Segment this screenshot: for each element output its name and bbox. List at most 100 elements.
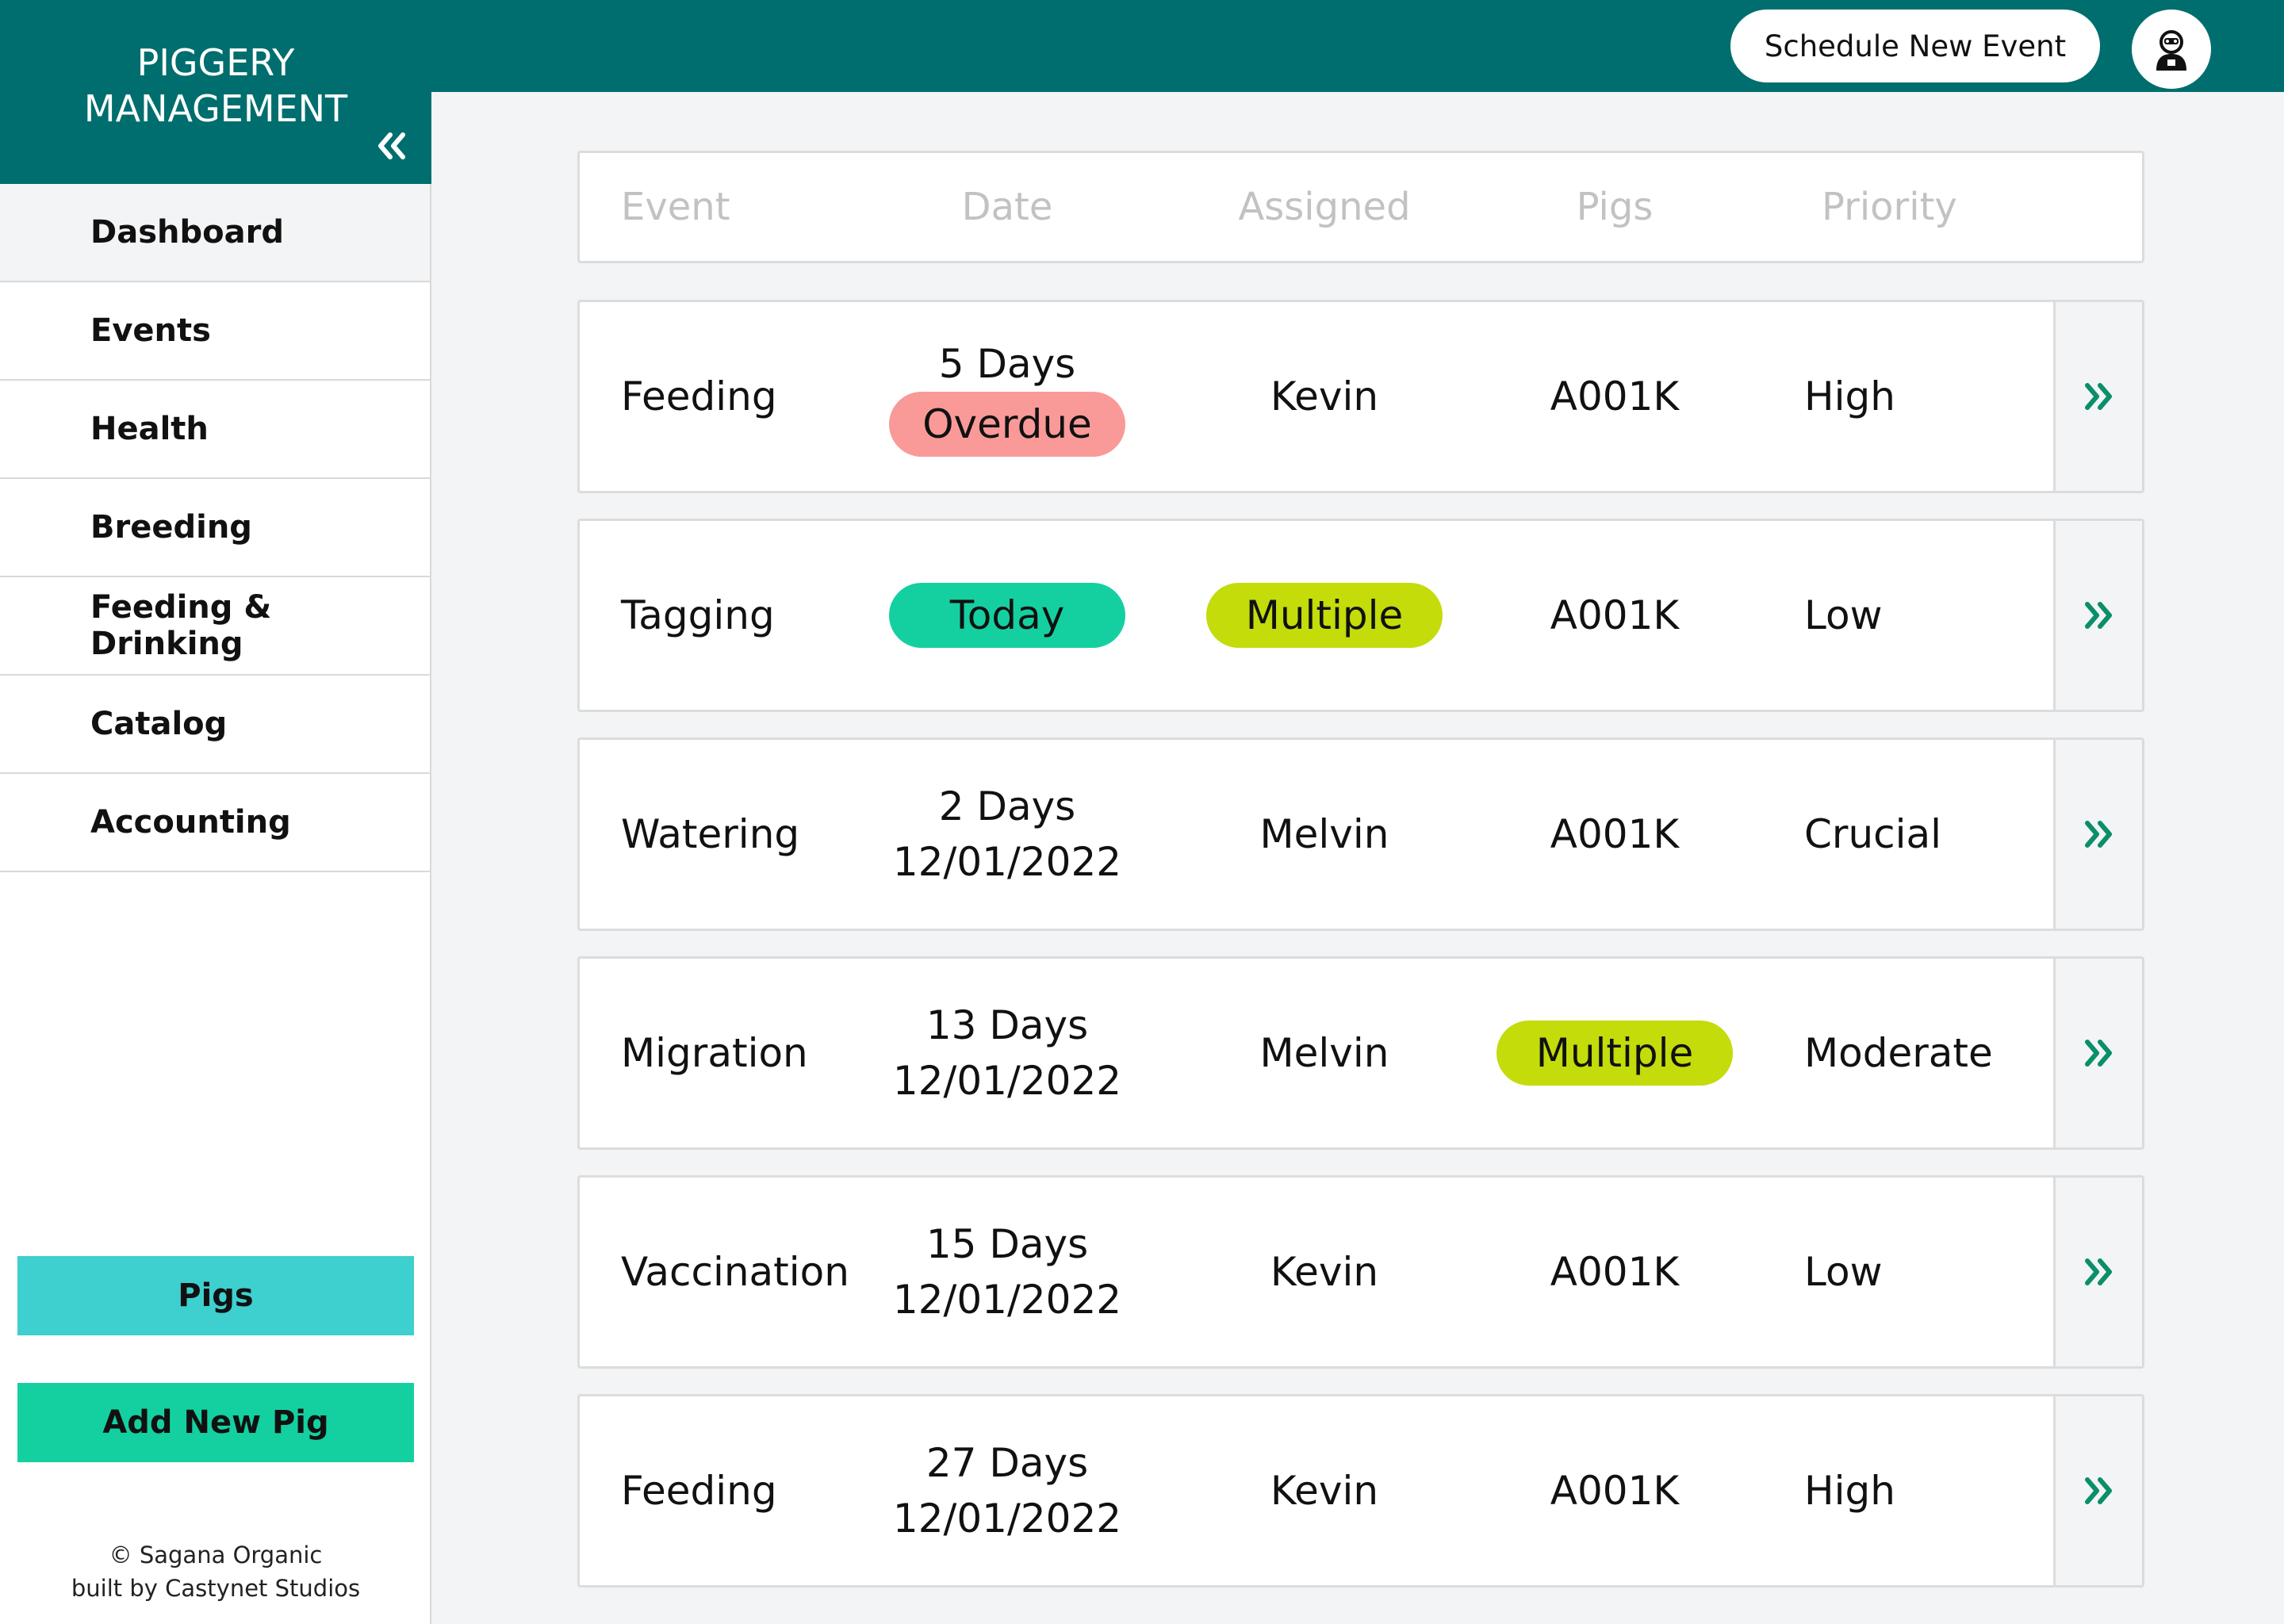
event-name: Feeding — [621, 373, 777, 419]
app-title: PIGGERY MANAGEMENT — [0, 40, 431, 132]
double-chevron-right-icon — [2084, 1040, 2112, 1067]
cell-text: Kevin — [1270, 373, 1379, 419]
column-header-event: Event — [621, 185, 730, 229]
cell-text: A001K — [1550, 1249, 1680, 1295]
cell-pigs: A001K — [1496, 521, 1733, 710]
row-open-button[interactable] — [2053, 740, 2142, 929]
cell-text: 12/01/2022 — [892, 1058, 1122, 1104]
date-relative: 2 Days — [938, 783, 1076, 829]
cell-priority: Crucial — [1804, 740, 1941, 929]
table-row[interactable]: Tagging Today Multiple A001K Low — [577, 519, 2144, 712]
priority-text: Crucial — [1804, 811, 1942, 857]
cell-pigs: A001K — [1496, 740, 1733, 929]
event-name: Tagging — [621, 592, 775, 638]
cell-text: A001K — [1550, 373, 1680, 419]
cell-date: 5 Days Overdue — [889, 302, 1125, 491]
sidebar-item-events[interactable]: Events — [0, 282, 430, 381]
cell-priority: High — [1804, 1396, 1895, 1585]
cell-text: Melvin — [1259, 811, 1389, 857]
priority-text: High — [1804, 373, 1895, 419]
table-row[interactable]: Feeding 27 Days 12/01/2022 Kevin A001K High — [577, 1394, 2144, 1588]
priority-text: High — [1804, 1468, 1895, 1514]
cell-date: 13 Days 12/01/2022 — [889, 959, 1125, 1147]
table-row[interactable]: Feeding 5 Days Overdue Kevin A001K High — [577, 300, 2144, 493]
date-relative: 15 Days — [925, 1221, 1089, 1267]
sidebar-item-catalog[interactable]: Catalog — [0, 676, 430, 774]
double-chevron-right-icon — [2084, 1477, 2112, 1504]
cell-text: A001K — [1550, 592, 1680, 638]
sidebar-item-accounting[interactable]: Accounting — [0, 774, 430, 872]
sidebar-item-breeding[interactable]: Breeding — [0, 479, 430, 577]
event-name: Feeding — [621, 1468, 777, 1514]
cell-pigs: A001K — [1496, 302, 1733, 491]
sidebar: Dashboard Events Health Breeding Feeding… — [0, 184, 431, 1624]
date-relative: 27 Days — [925, 1440, 1089, 1486]
date-relative: 13 Days — [925, 1002, 1089, 1048]
priority-text: Moderate — [1804, 1030, 1993, 1076]
table-row[interactable]: Migration 13 Days 12/01/2022 Melvin Multiple… — [577, 956, 2144, 1150]
schedule-new-event-button[interactable]: Schedule New Event — [1730, 10, 2100, 82]
cell-event: Feeding — [621, 1396, 777, 1585]
sidebar-footer: © Sagana Organic built by Castynet Studi… — [0, 1538, 431, 1605]
cell-text: Kevin — [1270, 1249, 1379, 1295]
multiple-badge: Multiple — [1206, 583, 1443, 648]
column-header-date: Date — [961, 185, 1053, 229]
cell-text: A001K — [1550, 811, 1680, 857]
cell-text: Kevin — [1270, 1468, 1379, 1514]
cell-priority: Moderate — [1804, 959, 1993, 1147]
cell-date: 27 Days 12/01/2022 — [889, 1396, 1125, 1585]
cell-pigs: A001K — [1496, 1396, 1733, 1585]
cell-assigned: Multiple — [1206, 521, 1443, 710]
cell-date: Today — [889, 521, 1125, 710]
footer-copyright: © Sagana Organic — [109, 1542, 323, 1568]
cell-event: Feeding — [621, 302, 777, 491]
cell-priority: High — [1804, 302, 1895, 491]
today-badge: Today — [889, 583, 1125, 648]
cell-event: Vaccination — [621, 1178, 849, 1366]
row-open-button[interactable] — [2053, 1178, 2142, 1366]
double-chevron-right-icon — [2084, 383, 2112, 410]
event-name: Vaccination — [621, 1249, 849, 1295]
user-avatar-icon — [2156, 30, 2186, 71]
table-row[interactable]: Watering 2 Days 12/01/2022 Melvin A001K Cruci… — [577, 737, 2144, 931]
cell-assigned: Kevin — [1206, 302, 1443, 491]
brand-panel: PIGGERY MANAGEMENT — [0, 0, 431, 184]
event-name: Migration — [621, 1030, 808, 1076]
event-name: Watering — [621, 811, 800, 857]
cell-text: 12/01/2022 — [892, 1496, 1122, 1542]
priority-text: Low — [1804, 1249, 1883, 1295]
cell-pigs: A001K — [1496, 1178, 1733, 1366]
cell-text: 12/01/2022 — [892, 1277, 1122, 1323]
cell-assigned: Kevin — [1206, 1178, 1443, 1366]
cell-assigned: Melvin — [1206, 959, 1443, 1147]
app-title-line2: MANAGEMENT — [83, 87, 348, 130]
double-chevron-right-icon — [2084, 821, 2112, 848]
cell-pigs: Multiple — [1496, 959, 1733, 1147]
cell-text: 12/01/2022 — [892, 839, 1122, 885]
cell-priority: Low — [1804, 1178, 1882, 1366]
overdue-badge: Overdue — [889, 392, 1125, 457]
row-open-button[interactable] — [2053, 959, 2142, 1147]
cell-text: A001K — [1550, 1468, 1680, 1514]
date-relative: 5 Days — [938, 341, 1076, 387]
pigs-button[interactable]: Pigs — [17, 1256, 414, 1335]
multiple-badge: Multiple — [1496, 1021, 1733, 1086]
cell-text: Melvin — [1259, 1030, 1389, 1076]
footer-credit: built by Castynet Studios — [71, 1575, 361, 1602]
sidebar-item-feeding-drinking[interactable]: Feeding & Drinking — [0, 577, 430, 676]
sidebar-item-health[interactable]: Health — [0, 381, 430, 479]
collapse-sidebar-button[interactable] — [371, 127, 412, 165]
cell-date: 15 Days 12/01/2022 — [889, 1178, 1125, 1366]
app-title-line1: PIGGERY — [136, 41, 295, 84]
priority-text: Low — [1804, 592, 1883, 638]
user-avatar-button[interactable] — [2132, 10, 2211, 89]
table-row[interactable]: Vaccination 15 Days 12/01/2022 Kevin A001K Lo… — [577, 1175, 2144, 1369]
row-open-button[interactable] — [2053, 1396, 2142, 1585]
add-new-pig-button[interactable]: Add New Pig — [17, 1383, 414, 1462]
column-header-priority: Priority — [1822, 185, 1957, 229]
row-open-button[interactable] — [2053, 302, 2142, 491]
cell-priority: Low — [1804, 521, 1882, 710]
cell-assigned: Kevin — [1206, 1396, 1443, 1585]
sidebar-item-dashboard[interactable]: Dashboard — [0, 184, 430, 282]
row-open-button[interactable] — [2053, 521, 2142, 710]
